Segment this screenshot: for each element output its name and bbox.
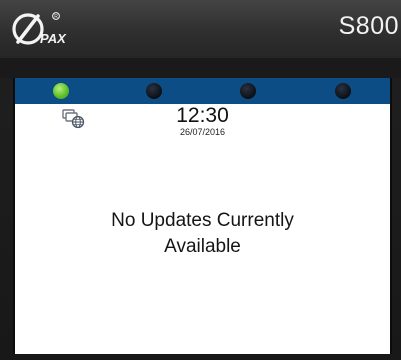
status-led-3 — [240, 83, 256, 99]
terminal-screen: 12:30 26/07/2016 No Updates Currently Av… — [13, 78, 392, 354]
status-led-bar — [15, 78, 390, 104]
status-message-line-1: No Updates Currently — [111, 210, 294, 231]
device-frame: R PAX S800 12:30 26/07/2016 No Updates C… — [0, 0, 401, 360]
status-led-2 — [146, 83, 162, 99]
status-led-4 — [335, 83, 351, 99]
status-led-green — [53, 83, 69, 99]
status-message-line-2: Available — [164, 236, 241, 257]
model-label: S800 — [338, 12, 399, 40]
status-message: No Updates Currently Available — [15, 208, 390, 260]
svg-text:PAX: PAX — [40, 31, 67, 46]
clock-time: 12:30 — [176, 104, 229, 127]
clock-date: 26/07/2016 — [179, 127, 226, 137]
pax-logo: R PAX — [10, 10, 90, 48]
svg-text:R: R — [54, 14, 58, 20]
bezel-gap — [0, 58, 401, 78]
device-header: R PAX S800 — [0, 0, 401, 58]
